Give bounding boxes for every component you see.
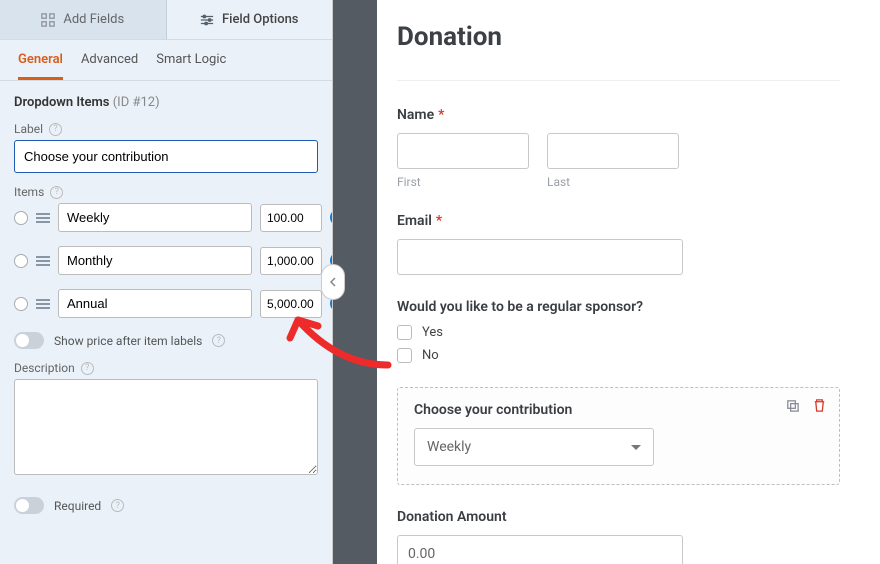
required-star-icon: * [436, 213, 442, 229]
tab-add-fields[interactable]: Add Fields [0, 0, 167, 40]
email-field: Email* [397, 213, 840, 275]
option-yes[interactable]: Yes [397, 325, 840, 340]
drag-handle-icon[interactable] [36, 299, 50, 309]
label-caption: Label [14, 122, 43, 136]
builder-sidebar: Add Fields Field Options General Advance… [0, 0, 333, 564]
name-label: Name* [397, 107, 840, 123]
panel-divider [333, 0, 377, 564]
chevron-down-icon [631, 445, 641, 450]
chevron-left-icon [329, 277, 337, 287]
items-list: + – + – + – [14, 203, 318, 318]
tab-field-options[interactable]: Field Options [167, 0, 333, 40]
form-title: Donation [397, 22, 840, 52]
default-radio[interactable] [14, 254, 28, 268]
option-no[interactable]: No [397, 348, 840, 363]
field-group-name: Dropdown Items [14, 95, 109, 110]
contribution-field-selected[interactable]: Choose your contribution Weekly [397, 387, 840, 485]
divider [397, 80, 840, 81]
item-name-input[interactable] [58, 203, 252, 232]
add-item-button[interactable]: + [330, 209, 332, 226]
help-icon[interactable]: ? [81, 362, 94, 375]
email-label: Email* [397, 213, 840, 229]
required-toggle[interactable] [14, 497, 44, 514]
items-caption: Items [14, 185, 44, 199]
tab-add-fields-label: Add Fields [63, 12, 124, 27]
checkbox-icon [397, 325, 412, 340]
contribution-label: Choose your contribution [414, 402, 823, 418]
subtab-advanced[interactable]: Advanced [81, 52, 138, 80]
option-yes-label: Yes [422, 325, 443, 340]
help-icon[interactable]: ? [212, 334, 225, 347]
sponsor-question-label: Would you like to be a regular sponsor? [397, 299, 840, 315]
sidebar-top-tabs: Add Fields Field Options [0, 0, 332, 40]
item-price-input[interactable] [260, 290, 322, 318]
form-preview: Donation Name* First Last Email* [377, 0, 880, 564]
trash-icon[interactable] [812, 398, 827, 413]
donation-amount-label: Donation Amount [397, 509, 840, 525]
last-name-input[interactable] [547, 133, 679, 169]
show-price-toggle[interactable] [14, 332, 44, 349]
help-icon[interactable]: ? [49, 123, 62, 136]
first-caption: First [397, 175, 529, 189]
subtab-smart-logic[interactable]: Smart Logic [156, 52, 226, 80]
first-name-input[interactable] [397, 133, 529, 169]
grid-icon [41, 13, 55, 27]
drag-handle-icon[interactable] [36, 256, 50, 266]
field-toolbar [785, 398, 827, 413]
required-label: Required [54, 499, 101, 513]
item-row: + – [14, 203, 318, 232]
sliders-icon [200, 13, 214, 27]
field-group-title: Dropdown Items (ID #12) [14, 95, 318, 110]
item-name-input[interactable] [58, 289, 252, 318]
required-star-icon: * [438, 107, 444, 123]
item-row: + – [14, 246, 318, 275]
subtab-general[interactable]: General [18, 52, 63, 80]
tab-field-options-label: Field Options [222, 12, 299, 27]
default-radio[interactable] [14, 211, 28, 225]
show-price-label: Show price after item labels [54, 334, 202, 348]
default-radio[interactable] [14, 297, 28, 311]
sidebar-sub-tabs: General Advanced Smart Logic [0, 40, 332, 81]
drag-handle-icon[interactable] [36, 213, 50, 223]
item-name-input[interactable] [58, 246, 252, 275]
dropdown-selected-value: Weekly [427, 439, 471, 455]
help-icon[interactable]: ? [50, 186, 63, 199]
item-row: + – [14, 289, 318, 318]
collapse-sidebar-button[interactable] [321, 264, 345, 300]
option-no-label: No [422, 348, 439, 363]
donation-amount-value: 0.00 [408, 546, 435, 562]
donation-amount-input[interactable]: 0.00 [397, 535, 683, 564]
label-input[interactable] [14, 140, 318, 173]
duplicate-icon[interactable] [785, 398, 800, 413]
donation-amount-field: Donation Amount 0.00 [397, 509, 840, 564]
description-caption: Description [14, 361, 75, 375]
checkbox-icon [397, 348, 412, 363]
item-price-input[interactable] [260, 204, 322, 232]
field-id-label: (ID #12) [113, 95, 160, 110]
email-input[interactable] [397, 239, 683, 275]
item-price-input[interactable] [260, 247, 322, 275]
name-field: Name* First Last [397, 107, 840, 189]
description-textarea[interactable] [14, 379, 318, 475]
last-caption: Last [547, 175, 679, 189]
help-icon[interactable]: ? [111, 499, 124, 512]
contribution-dropdown[interactable]: Weekly [414, 428, 654, 466]
sponsor-field: Would you like to be a regular sponsor? … [397, 299, 840, 363]
sidebar-content: Dropdown Items (ID #12) Label ? Items ? … [0, 81, 332, 564]
